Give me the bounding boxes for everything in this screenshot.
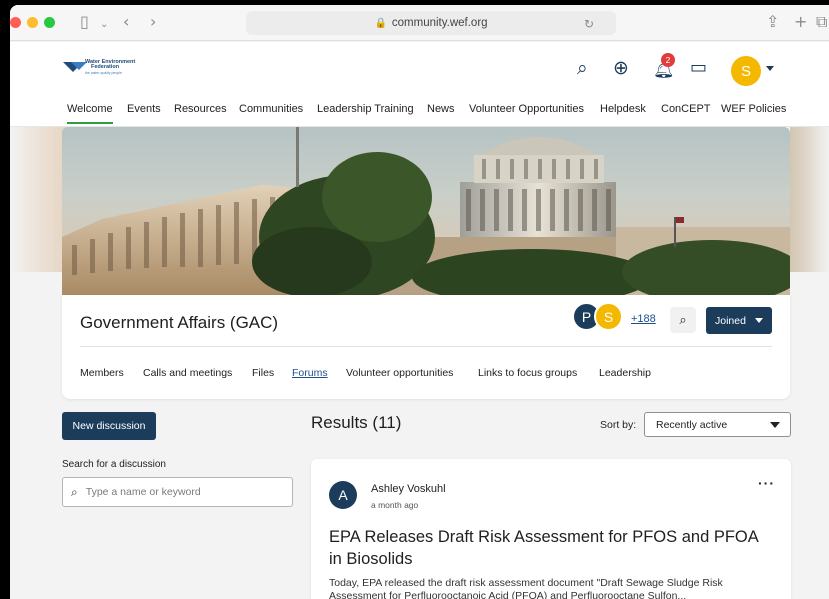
tab-forums[interactable]: Forums — [292, 367, 328, 379]
caret-down-icon — [770, 422, 780, 428]
notification-badge: 2 — [661, 53, 675, 67]
group-info-card: Government Affairs (GAC) P S +188 ⌕ Join… — [62, 295, 790, 399]
lock-icon: 🔒 — [374, 17, 387, 29]
capitol-illustration — [62, 127, 790, 295]
more-members-link[interactable]: +188 — [631, 313, 656, 325]
back-arrow-icon[interactable]: ‹ — [123, 13, 129, 31]
main-navigation: Welcome Events Resources Communities Lea… — [10, 98, 829, 127]
post-excerpt: Today, EPA released the draft risk asses… — [329, 577, 723, 599]
tab-leadership[interactable]: Leadership — [599, 367, 651, 379]
close-window-button[interactable] — [10, 17, 21, 28]
joined-button[interactable]: Joined — [706, 307, 772, 334]
group-search-button[interactable]: ⌕ — [670, 307, 696, 333]
site-header: Water Environment Federation the water q… — [10, 42, 829, 98]
add-circle-icon[interactable]: ⊕ — [613, 57, 629, 79]
chevron-down-icon — [755, 318, 763, 323]
sort-select[interactable]: Recently active — [644, 412, 791, 437]
tab-members[interactable]: Members — [80, 367, 124, 379]
chevron-down-icon[interactable]: ⌄ — [100, 16, 108, 34]
group-divider — [80, 346, 772, 347]
post-title[interactable]: EPA Releases Draft Risk Assessment for P… — [329, 526, 769, 570]
nav-communities[interactable]: Communities — [239, 103, 303, 122]
member-avatar-s[interactable]: S — [594, 302, 623, 331]
search-icon: ⌕ — [679, 312, 687, 328]
tab-files[interactable]: Files — [252, 367, 274, 379]
joined-label: Joined — [715, 314, 746, 327]
results-heading: Results (11) — [311, 413, 402, 432]
hero-blur-right — [790, 127, 829, 272]
nav-helpdesk[interactable]: Helpdesk — [600, 103, 646, 122]
search-discussion-input[interactable] — [85, 486, 276, 498]
zoom-window-button[interactable] — [44, 17, 55, 28]
minimize-window-button[interactable] — [27, 17, 38, 28]
url-text: community.wef.org — [391, 17, 488, 29]
logo-tagline: the water quality people — [85, 71, 122, 75]
share-icon[interactable]: ⇪ — [766, 13, 779, 31]
discussion-post-card[interactable]: A Ashley Voskuhl a month ago ··· EPA Rel… — [311, 459, 791, 599]
sort-by-label: Sort by: — [600, 419, 637, 431]
sidebar-toggle-icon[interactable]: ▯ — [80, 13, 89, 31]
nav-volunteer-opportunities[interactable]: Volunteer Opportunities — [469, 103, 584, 122]
browser-window: ▯ ⌄ ‹ › ⊟ 🔒 community.wef.org ↻ ⇪ + ⧉ Wa… — [10, 5, 829, 599]
user-avatar[interactable]: S — [731, 56, 761, 86]
nav-resources[interactable]: Resources — [174, 103, 227, 122]
nav-welcome[interactable]: Welcome — [67, 103, 113, 124]
wef-logo[interactable]: Water Environment Federation the water q… — [63, 59, 143, 83]
post-timestamp: a month ago — [371, 500, 419, 510]
address-bar[interactable]: 🔒 community.wef.org — [246, 11, 616, 35]
group-title: Government Affairs (GAC) — [80, 313, 279, 332]
forward-arrow-icon[interactable]: › — [150, 13, 156, 31]
sort-select-value: Recently active — [656, 418, 728, 431]
user-menu-caret-icon[interactable] — [766, 66, 774, 71]
more-options-icon[interactable]: ··· — [758, 475, 775, 491]
nav-events[interactable]: Events — [127, 103, 161, 122]
new-tab-icon[interactable]: + — [794, 13, 807, 31]
search-discussion-label: Search for a discussion — [62, 459, 166, 470]
tab-calls-and-meetings[interactable]: Calls and meetings — [143, 367, 232, 379]
logo-line-2: Federation — [91, 64, 120, 70]
nav-wef-policies[interactable]: WEF Policies — [721, 103, 786, 122]
search-discussion-field[interactable]: ⌕ — [62, 477, 293, 507]
author-avatar[interactable]: A — [329, 481, 357, 509]
hero-blur-left — [10, 127, 70, 272]
chat-icon[interactable]: ▭ — [690, 57, 707, 79]
nav-news[interactable]: News — [427, 103, 455, 122]
search-icon: ⌕ — [71, 484, 78, 499]
tab-volunteer-opportunities[interactable]: Volunteer opportunities — [346, 367, 453, 379]
browser-toolbar: ▯ ⌄ ‹ › ⊟ 🔒 community.wef.org ↻ ⇪ + ⧉ — [10, 5, 829, 41]
capitol-banner-image — [62, 127, 790, 295]
tab-overview-icon[interactable]: ⧉ — [816, 13, 827, 31]
post-author[interactable]: Ashley Voskuhl — [371, 483, 446, 495]
nav-leadership-training[interactable]: Leadership Training — [317, 103, 414, 122]
reload-icon[interactable]: ↻ — [584, 15, 594, 33]
search-icon[interactable]: ⌕ — [577, 57, 588, 79]
new-discussion-button[interactable]: New discussion — [62, 412, 156, 440]
nav-concept[interactable]: ConCEPT — [661, 103, 711, 122]
tab-links-to-focus-groups[interactable]: Links to focus groups — [478, 367, 577, 379]
